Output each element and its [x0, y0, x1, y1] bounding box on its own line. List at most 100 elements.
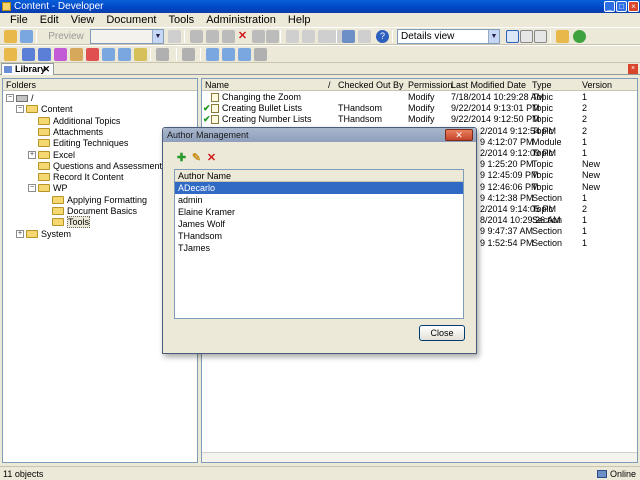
- tree-item-label: Attachments: [53, 126, 104, 137]
- tree-item-applying-formatting[interactable]: Applying Formatting: [52, 195, 147, 206]
- cell-permission: Modify: [408, 103, 435, 114]
- new-assessment-icon[interactable]: [86, 48, 99, 61]
- table-row[interactable]: ✔ Creating Bullet Lists THandsom Modify 9/22…: [202, 103, 637, 114]
- refresh-icon[interactable]: [573, 30, 586, 43]
- rename-icon[interactable]: [252, 30, 265, 43]
- tree-item-content[interactable]: − Content: [16, 104, 73, 115]
- table-row[interactable]: Changing the Zoom Modify 7/18/2014 10:29:2…: [202, 92, 637, 103]
- folder-icon: [52, 218, 64, 227]
- column-header-name[interactable]: Name: [205, 79, 229, 91]
- cell-checked-out-by: THandsom: [338, 114, 383, 125]
- new-question-icon[interactable]: [70, 48, 83, 61]
- export-icon[interactable]: [556, 30, 569, 43]
- column-header-permission[interactable]: Permission: [408, 79, 453, 91]
- author-list-item[interactable]: ADecarlo: [175, 182, 463, 194]
- preview-select[interactable]: ▼: [90, 29, 164, 44]
- menu-administration[interactable]: Administration: [200, 13, 282, 27]
- tree-item-excel[interactable]: + Excel: [28, 150, 75, 161]
- close-window-button[interactable]: ×: [628, 1, 639, 12]
- check-out-icon[interactable]: [222, 48, 235, 61]
- tree-item-record-it-content[interactable]: Record It Content: [38, 172, 124, 183]
- tree-item-tools[interactable]: Tools: [52, 216, 91, 229]
- column-header-type[interactable]: Type: [532, 79, 552, 91]
- tree-item-system[interactable]: + System: [16, 229, 71, 240]
- minimize-button[interactable]: _: [604, 1, 615, 12]
- tab-library[interactable]: Library ✕: [1, 63, 54, 75]
- undo-icon[interactable]: [286, 30, 299, 43]
- view-select[interactable]: Details view ▼: [397, 29, 500, 44]
- new-glossary-icon[interactable]: [102, 48, 115, 61]
- menu-help[interactable]: Help: [282, 13, 317, 27]
- close-button[interactable]: Close: [419, 325, 465, 341]
- new-package-icon[interactable]: [134, 48, 147, 61]
- dialog-close-icon[interactable]: ✕: [445, 129, 473, 141]
- tree-item-additional-topics[interactable]: Additional Topics: [38, 116, 120, 127]
- delete-author-icon[interactable]: ✕: [206, 153, 217, 164]
- author-list-item[interactable]: TJames: [175, 242, 463, 254]
- column-header-version[interactable]: Version: [582, 79, 612, 91]
- copy-icon[interactable]: [206, 30, 219, 43]
- edit-author-icon[interactable]: ✎: [191, 153, 202, 164]
- paste-icon[interactable]: [222, 30, 235, 43]
- menu-document[interactable]: Document: [100, 13, 162, 27]
- horizontal-scrollbar[interactable]: [202, 452, 637, 462]
- author-list-item[interactable]: Elaine Kramer: [175, 206, 463, 218]
- collapse-icon[interactable]: −: [16, 105, 24, 114]
- menu-edit[interactable]: Edit: [34, 13, 65, 27]
- menu-file[interactable]: File: [4, 13, 34, 27]
- check-in-icon[interactable]: [206, 48, 219, 61]
- author-name-column-header[interactable]: Author Name: [175, 170, 463, 182]
- help-icon[interactable]: ?: [376, 30, 389, 43]
- import-icon[interactable]: [156, 48, 169, 61]
- history-icon[interactable]: [254, 48, 267, 61]
- add-author-icon[interactable]: ✚: [176, 153, 187, 164]
- redo-icon[interactable]: [302, 30, 315, 43]
- columns-view-icon[interactable]: [534, 30, 547, 43]
- tree-item-attachments[interactable]: Attachments: [38, 127, 103, 138]
- author-list-item[interactable]: admin: [175, 194, 463, 206]
- cut-icon[interactable]: [190, 30, 203, 43]
- cancel-checkout-icon[interactable]: [238, 48, 251, 61]
- sort-indicator[interactable]: /: [328, 79, 331, 91]
- close-icon[interactable]: ✕: [42, 64, 50, 75]
- find-icon[interactable]: [266, 30, 279, 43]
- collapse-icon[interactable]: −: [28, 184, 36, 193]
- binoculars-icon[interactable]: [342, 30, 355, 43]
- expand-icon[interactable]: +: [16, 229, 24, 238]
- new-module-icon[interactable]: [22, 48, 35, 61]
- tree-item-[interactable]: − /: [6, 93, 34, 104]
- online-label: Online: [609, 469, 636, 479]
- object-count: 11 objects: [3, 469, 44, 479]
- cell-modified: 9 9:47:37 AM: [480, 226, 534, 237]
- tree-item-questions-and-assessments[interactable]: Questions and Assessments: [38, 161, 167, 172]
- spell-icon[interactable]: [358, 30, 371, 43]
- new-folder-icon[interactable]: [4, 48, 17, 61]
- close-pane-button[interactable]: ×: [628, 64, 638, 74]
- author-list-item[interactable]: James Wolf: [175, 218, 463, 230]
- column-header-last-modified-date[interactable]: Last Modified Date: [451, 79, 526, 91]
- author-list-item[interactable]: THandsom: [175, 230, 463, 242]
- column-header-checked-out-by[interactable]: Checked Out By: [338, 79, 404, 91]
- table-row[interactable]: ✔ Creating Number Lists THandsom Modify 9/22…: [202, 114, 637, 125]
- properties-icon[interactable]: [168, 30, 181, 43]
- app-icon: [2, 2, 11, 11]
- menu-view[interactable]: View: [65, 13, 101, 27]
- preview-button[interactable]: Preview: [44, 29, 88, 44]
- save-icon[interactable]: [20, 30, 33, 43]
- tree-item-document-basics[interactable]: Document Basics: [52, 206, 137, 217]
- delete-icon[interactable]: ✕: [236, 30, 249, 43]
- new-icon[interactable]: [4, 30, 17, 43]
- new-section-icon[interactable]: [38, 48, 51, 61]
- new-topic-icon[interactable]: [54, 48, 67, 61]
- folder-icon: [38, 127, 50, 136]
- menu-tools[interactable]: Tools: [163, 13, 201, 27]
- maximize-button[interactable]: □: [616, 1, 627, 12]
- details-view-icon[interactable]: [506, 30, 519, 43]
- split-view-icon[interactable]: [520, 30, 533, 43]
- tree-item-wp[interactable]: − WP: [28, 183, 68, 194]
- new-role-icon[interactable]: [118, 48, 131, 61]
- expand-icon[interactable]: +: [28, 150, 36, 159]
- tree-item-editing-techniques[interactable]: Editing Techniques: [38, 138, 128, 149]
- publish-icon[interactable]: [182, 48, 195, 61]
- collapse-icon[interactable]: −: [6, 94, 14, 102]
